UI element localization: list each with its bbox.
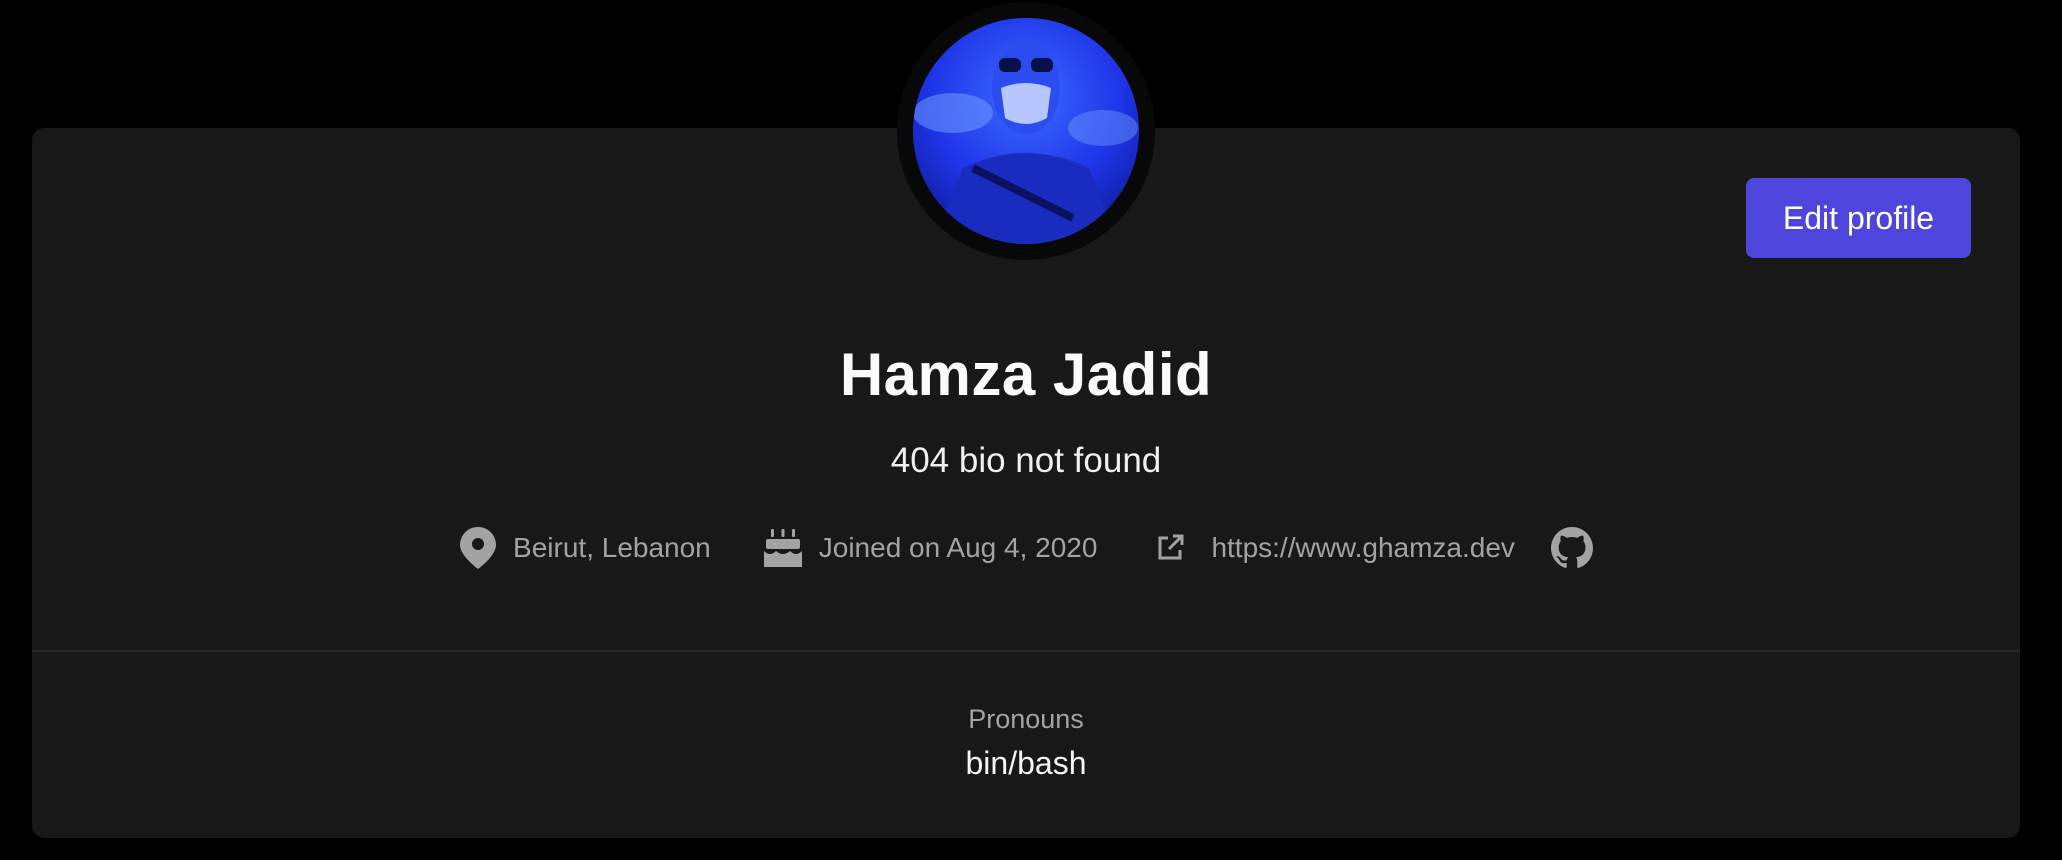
pronouns-label: Pronouns — [968, 704, 1084, 734]
cake-icon — [763, 527, 803, 569]
location-item: Beirut, Lebanon — [459, 526, 711, 570]
section-divider — [32, 650, 2020, 652]
profile-bio: 404 bio not found — [890, 441, 1162, 480]
avatar-image — [913, 18, 1139, 244]
github-icon[interactable] — [1550, 527, 1593, 569]
map-pin-icon — [459, 526, 497, 570]
website-item[interactable]: https://www.ghamza.dev — [1155, 532, 1515, 564]
location-text: Beirut, Lebanon — [513, 532, 711, 563]
pronouns-value: bin/bash — [965, 745, 1087, 781]
joined-text: Joined on Aug 4, 2020 — [818, 532, 1098, 563]
external-link-icon — [1155, 533, 1185, 563]
edit-profile-button[interactable]: Edit profile — [1746, 178, 1971, 258]
profile-meta: Beirut, Lebanon Joined on Aug 4, 2020 ht… — [32, 526, 2020, 570]
website-link[interactable]: https://www.ghamza.dev — [1211, 532, 1514, 564]
profile-name: Hamza Jadid — [839, 341, 1213, 408]
avatar — [897, 2, 1155, 260]
joined-item: Joined on Aug 4, 2020 — [763, 527, 1098, 569]
github-item[interactable] — [1550, 527, 1593, 569]
